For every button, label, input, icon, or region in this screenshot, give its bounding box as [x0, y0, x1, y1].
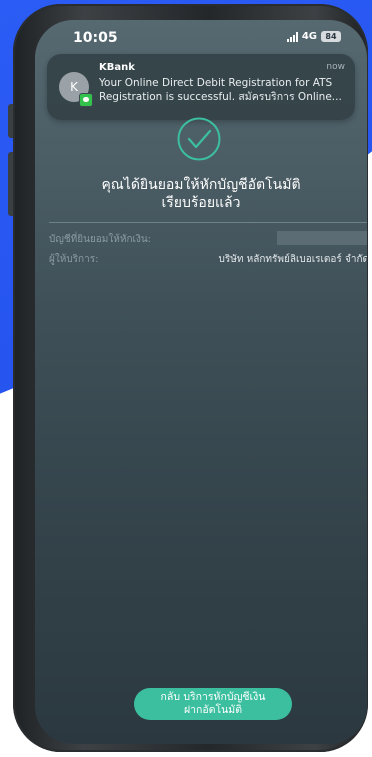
messages-icon [79, 93, 93, 107]
divider [49, 222, 367, 223]
back-to-direct-debit-button[interactable]: กลับ บริการหักบัญชีเงิน ฝากอัตโนมัติ [134, 688, 292, 720]
success-title-line2: เรียบร้อยแล้ว [161, 195, 241, 211]
battery-icon: 84 [321, 31, 341, 42]
cta-line2: ฝากอัตโนมัติ [183, 704, 243, 716]
account-value-redacted [277, 231, 367, 245]
account-label: บัญชีที่ยินยอมให้หักเงิน: [49, 234, 152, 245]
status-bar: 10:05 4G 84 [35, 20, 367, 56]
provider-label: ผู้ให้บริการ: [49, 254, 99, 265]
network-label: 4G [301, 31, 317, 42]
success-title: คุณได้ยินยอมให้หักบัญชีอัตโนมัติ เรียบร้… [35, 176, 367, 212]
success-title-line1: คุณได้ยินยอมให้หักบัญชีอัตโนมัติ [101, 177, 301, 193]
provider-value: บริษัท หลักทรัพย์ลิเบอเรเตอร์ จำกัด [218, 254, 367, 265]
phone-screen: 10:05 4G 84 K KBank now Your Online Dire… [35, 20, 367, 744]
status-right: 4G 84 [286, 31, 341, 42]
phone-frame: 10:05 4G 84 K KBank now Your Online Dire… [13, 4, 368, 752]
status-time: 10:05 [73, 30, 118, 46]
provider-row: ผู้ให้บริการ: บริษัท หลักทรัพย์ลิเบอเรเต… [49, 252, 367, 266]
notification-time: now [326, 62, 345, 72]
account-row: บัญชีที่ยินยอมให้หักเงิน: [49, 231, 367, 246]
signal-icon [286, 31, 298, 42]
notification-message: Your Online Direct Debit Registration fo… [99, 77, 342, 103]
notification-app-name: KBank [99, 62, 135, 73]
cta-line1: กลับ บริการหักบัญชีเงิน [160, 691, 266, 703]
check-circle-icon [177, 117, 221, 161]
kbank-notification[interactable]: K KBank now Your Online Direct Debit Reg… [47, 54, 355, 120]
